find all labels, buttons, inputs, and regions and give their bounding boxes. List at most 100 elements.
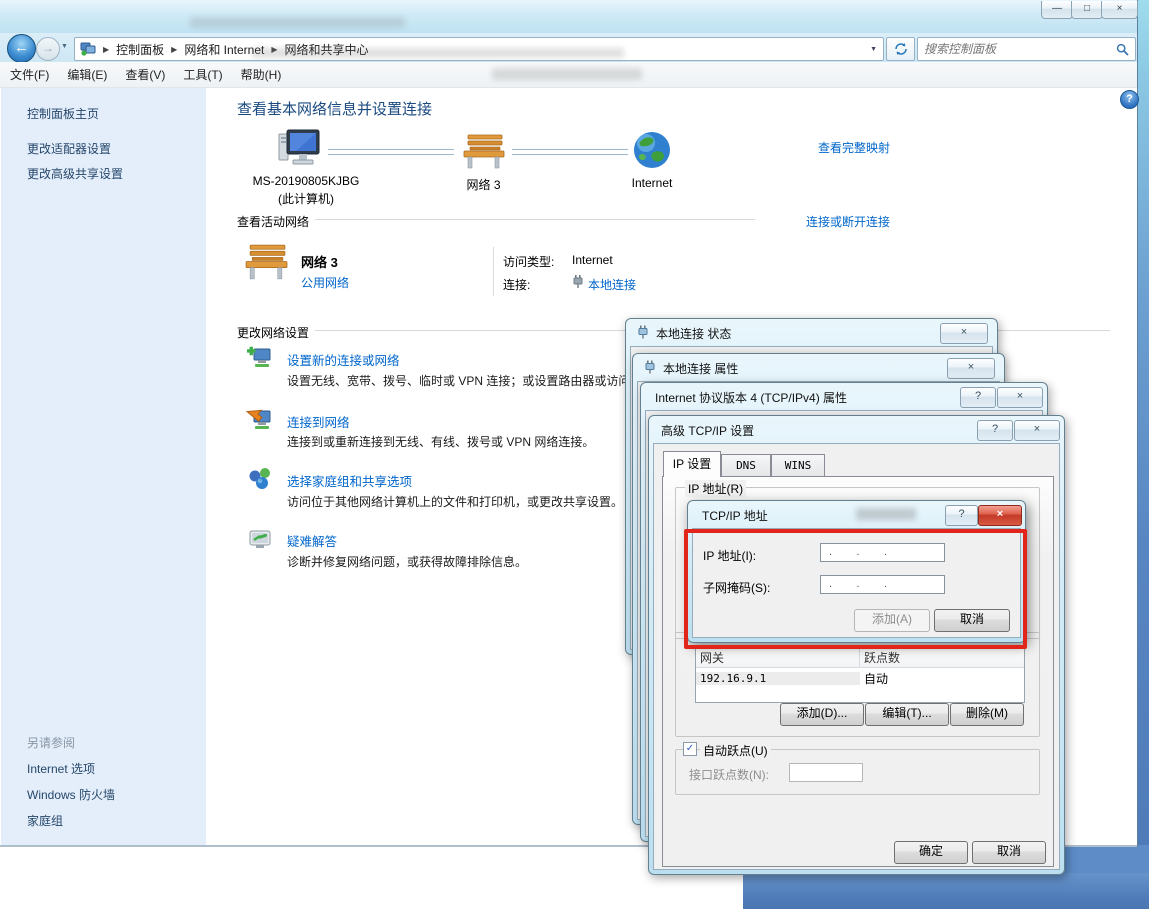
sidebar-item-change-advanced-sharing[interactable]: 更改高级共享设置	[27, 165, 123, 182]
menu-file[interactable]: 文件(F)	[10, 66, 49, 83]
highlight-rectangle	[684, 529, 1027, 649]
access-type-label: 访问类型:	[503, 253, 554, 270]
sidebar-item-change-adapter-settings[interactable]: 更改适配器设置	[27, 140, 111, 157]
map-connector	[512, 149, 628, 155]
interface-metric-input[interactable]	[789, 763, 863, 782]
screen: — □ × ← → ▼ ▶ 控制面板 ▶ 网络和 Internet ▶ 网络和共…	[0, 0, 1149, 909]
nav-history-chevron-icon[interactable]: ▼	[61, 43, 68, 50]
sidebar-item-internet-options[interactable]: Internet 选项	[27, 760, 95, 777]
auto-metric-checkbox[interactable]: ✓	[683, 742, 697, 756]
tab-wins[interactable]: WINS	[771, 454, 825, 478]
network-label: 网络 3	[441, 176, 526, 193]
ok-button[interactable]: 确定	[894, 841, 968, 864]
adapter-plug-icon	[572, 274, 584, 289]
minimize-button[interactable]: —	[1041, 1, 1073, 19]
computer-icon[interactable]	[273, 128, 323, 170]
sidebar-item-windows-firewall[interactable]: Windows 防火墙	[27, 786, 115, 803]
crumb-separator-icon: ▶	[103, 45, 109, 54]
connect-to-network-desc: 连接到或重新连接到无线、有线、拨号或 VPN 网络连接。	[287, 433, 625, 450]
homegroup-options-link[interactable]: 选择家庭组和共享选项	[287, 471, 412, 490]
connect-to-network-icon	[246, 405, 274, 431]
dialog-title: 高级 TCP/IP 设置	[661, 422, 754, 439]
close-icon[interactable]: ×	[978, 505, 1022, 526]
interface-metric-label: 接口跃点数(N):	[689, 766, 769, 783]
help-icon[interactable]: ?	[945, 505, 978, 526]
setup-new-connection-desc: 设置无线、宽带、拨号、临时或 VPN 连接；或设置路由器或访问点。	[287, 372, 625, 389]
redaction-smudge	[190, 17, 405, 28]
search-icon[interactable]	[1116, 43, 1129, 56]
delete-gateway-button[interactable]: 删除(M)	[950, 703, 1024, 726]
divider	[315, 219, 755, 220]
close-button[interactable]: ×	[1101, 1, 1138, 19]
tab-dns[interactable]: DNS	[721, 454, 771, 478]
refresh-button[interactable]	[886, 37, 915, 61]
internet-globe-icon[interactable]	[632, 130, 672, 170]
tab-ip-settings[interactable]: IP 设置	[663, 451, 721, 477]
breadcrumb-dropdown-icon[interactable]: ▼	[870, 46, 877, 53]
back-button[interactable]: ←	[7, 34, 36, 63]
troubleshoot-link[interactable]: 疑难解答	[287, 531, 337, 550]
close-icon[interactable]: ×	[997, 387, 1043, 408]
troubleshoot-icon	[248, 528, 274, 552]
connections-label: 连接:	[503, 276, 530, 293]
task-pane	[1, 88, 206, 845]
gateway-metric: 自动	[860, 670, 1024, 687]
window-titlebar	[0, 0, 1137, 34]
active-network-name: 网络 3	[301, 252, 338, 271]
auto-metric-label: 自动跃点(U)	[700, 742, 771, 759]
search-box[interactable]	[917, 37, 1136, 61]
menu-view[interactable]: 查看(V)	[125, 66, 165, 83]
gateway-table[interactable]: 网关 跃点数 192.16.9.1 自动	[695, 646, 1025, 703]
troubleshoot-desc: 诊断并修复网络问题，或获得故障排除信息。	[287, 553, 625, 570]
view-full-map-link[interactable]: 查看完整映射	[760, 139, 890, 156]
internet-label: Internet	[612, 176, 692, 190]
redaction-smudge	[856, 508, 916, 520]
active-network-bench-icon	[243, 243, 289, 281]
dialog-title: TCP/IP 地址	[702, 507, 768, 524]
maximize-button[interactable]: □	[1071, 1, 1103, 19]
access-type-value: Internet	[572, 253, 613, 267]
setup-new-connection-link[interactable]: 设置新的连接或网络	[287, 350, 400, 369]
sidebar-item-control-panel-home[interactable]: 控制面板主页	[27, 105, 99, 122]
map-connector	[328, 149, 454, 155]
network-bench-icon[interactable]	[461, 133, 506, 170]
local-connection-link[interactable]: 本地连接	[588, 276, 636, 293]
active-networks-header: 查看活动网络	[237, 213, 309, 230]
connect-to-network-link[interactable]: 连接到网络	[287, 412, 350, 431]
add-gateway-button[interactable]: 添加(D)...	[780, 703, 864, 726]
close-icon[interactable]: ×	[940, 323, 988, 344]
metric-column: 跃点数	[860, 647, 1024, 667]
crumb-separator-icon: ▶	[171, 45, 177, 54]
sidebar-item-homegroup[interactable]: 家庭组	[27, 812, 63, 829]
help-icon[interactable]: ?	[977, 420, 1013, 441]
network-type-link[interactable]: 公用网络	[301, 274, 349, 291]
gateway-row[interactable]: 192.16.9.1 自动	[696, 668, 1024, 688]
search-input[interactable]	[918, 42, 1116, 56]
homegroup-icon	[248, 466, 274, 492]
menu-tools[interactable]: 工具(T)	[183, 66, 222, 83]
edit-gateway-button[interactable]: 编辑(T)...	[865, 703, 949, 726]
gateway-table-header: 网关 跃点数	[696, 647, 1024, 668]
page-title: 查看基本网络信息并设置连接	[237, 98, 432, 119]
menu-edit[interactable]: 编辑(E)	[67, 66, 107, 83]
forward-button[interactable]: →	[36, 37, 60, 61]
help-icon[interactable]: ?	[960, 387, 996, 408]
change-settings-header: 更改网络设置	[237, 324, 309, 341]
dialog-title: Internet 协议版本 4 (TCP/IPv4) 属性	[655, 389, 847, 406]
computer-sublabel: (此计算机)	[245, 190, 367, 207]
menu-help[interactable]: 帮助(H)	[241, 66, 282, 83]
cancel-button[interactable]: 取消	[972, 841, 1046, 864]
dialog-title: 本地连接 状态	[656, 325, 731, 342]
close-icon[interactable]: ×	[947, 358, 995, 379]
gateway-column: 网关	[696, 647, 860, 667]
sidebar-see-also-header: 另请参阅	[27, 734, 75, 751]
redaction-smudge	[252, 48, 624, 58]
computer-label: MS-20190805KJBG	[245, 174, 367, 188]
crumb-control-panel[interactable]: 控制面板	[116, 41, 164, 58]
help-icon[interactable]: ?	[1120, 90, 1139, 109]
connect-disconnect-link[interactable]: 连接或断开连接	[760, 213, 890, 230]
dialog-title: 本地连接 属性	[663, 360, 738, 377]
close-icon[interactable]: ×	[1014, 420, 1060, 441]
adapter-plug-icon	[637, 324, 649, 340]
refresh-icon	[894, 42, 908, 56]
